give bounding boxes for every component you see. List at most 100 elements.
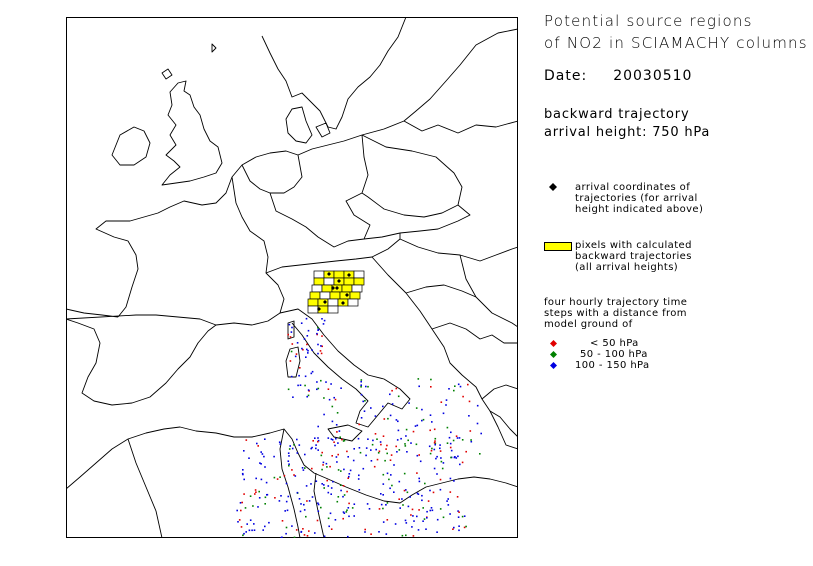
trajectory-step-dot [389,393,391,396]
trajectory-step-dot [402,504,404,506]
trajectory-step-dot [307,329,310,332]
trajectory-step-dot [439,444,441,446]
trajectory-step-dot [304,375,307,378]
trajectory-step-dot [268,521,270,524]
trajectory-step-dot [386,472,389,475]
trajectory-step-dot [418,509,420,511]
trajectory-step-dot [358,474,360,477]
hungary-romania [399,238,518,328]
trajectory-step-dot [243,450,245,452]
trajectory-step-dot [342,495,344,498]
trajectory-step-dot [405,435,407,437]
green-diamond-icon [550,351,557,358]
trajectory-step-dot [291,447,294,450]
trajectory-step-dot [306,395,308,398]
trajectory-step-dot [336,412,339,414]
trajectory-step-dot [416,472,418,474]
trajectory-step-dot [416,424,419,427]
trajectory-step-dot [408,402,410,404]
trajectory-step-dot [295,353,298,355]
trajectory-step-dot [317,502,319,504]
trajectory-step-dot [327,388,330,390]
trajectory-step-dot [329,465,331,468]
trajectory-step-dot [442,516,445,519]
trajectory-step-dot [317,440,319,443]
trajectory-step-dot [323,397,325,399]
trajectory-step-dot [236,509,238,512]
trajectory-step-dot [395,387,398,390]
trajectory-step-dot [393,491,395,493]
trajectory-step-dot [448,388,450,390]
arrival-diamond-icon [549,183,557,191]
coastlines-borders [66,17,518,538]
trajectory-step-dot [396,439,399,441]
trajectory-step-dot [453,480,455,482]
trajectory-step-dot [273,455,275,458]
trajectory-step-dot [454,456,456,458]
trajectory-step-dot [293,444,295,446]
trajectory-step-dot [327,491,330,494]
trajectory-step-dot [433,448,436,451]
trajectory-step-dot [303,503,305,506]
trajectory-step-dot [389,414,392,417]
trajectory-step-dot [404,445,407,447]
trajectory-step-dot [390,474,392,476]
legend: Potential source regions of NO2 in SCIAM… [544,10,809,142]
trajectory-step-dot [294,355,297,358]
trajectory-step-dot [397,420,399,423]
trajectory-step-dot [397,395,400,398]
trajectory-step-dot [445,404,447,406]
trajectory-step-dot [440,457,442,459]
trajectory-step-dot [431,421,433,423]
trajectory-step-dot [458,437,461,439]
trajectory-step-dot [317,510,320,512]
trajectory-step-dot [306,335,309,337]
trajectory-step-dot [325,462,328,465]
trajectory-step-dot [293,474,295,476]
trajectory-step-dot [303,338,306,340]
trajectory-step-dot [436,531,438,533]
trajectory-step-dot [316,519,319,522]
trajectory-step-dot [276,478,279,480]
trajectory-step-dot [382,483,385,485]
trajectory-step-dot [388,478,390,481]
trajectory-step-dot [431,447,433,450]
trajectory-step-dot [374,433,377,435]
trajectory-step-dot [382,521,385,523]
trajectory-step-dot [305,317,308,320]
trajectory-step-dot [370,460,373,462]
trajectory-step-dot [417,529,420,531]
trajectory-step-dot [238,519,241,521]
trajectory-step-dot [301,467,304,469]
trajectory-step-dot [385,533,388,535]
trajectory-step-dot [410,442,412,444]
trajectory-step-dot [422,418,425,421]
trajectory-step-dot [334,398,337,401]
trajectory-step-dot [457,383,460,386]
trajectory-step-dot [280,495,282,497]
trajectory-step-dot [311,496,314,498]
trajectory-step-dot [285,526,288,529]
trajectory-step-dot [383,418,386,420]
trajectory-step-dot [375,448,377,451]
alps-austria [265,233,401,274]
trajectory-step-dot [457,455,459,458]
trajectory-step-dot [424,482,426,485]
trajectory-step-dot [376,458,379,461]
trajectory-step-dot [378,508,381,510]
trajectory-step-dot [299,367,301,369]
trajectory-step-dot [303,534,306,536]
trajectory-step-dot [306,535,309,537]
trajectory-step-dot [289,336,292,338]
trajectory-step-dot [264,438,266,440]
trajectory-step-dot [322,461,325,464]
trajectory-step-dot [412,535,415,537]
trajectory-step-dot [254,489,257,491]
trajectory-step-dot [428,445,431,448]
trajectory-step-dot [403,472,406,475]
trajectory-step-dot [319,350,322,352]
trajectory-step-dot [426,517,428,519]
trajectory-step-dot [436,455,438,458]
trajectory-step-dot [389,487,391,490]
trajectory-step-dot [439,450,442,452]
